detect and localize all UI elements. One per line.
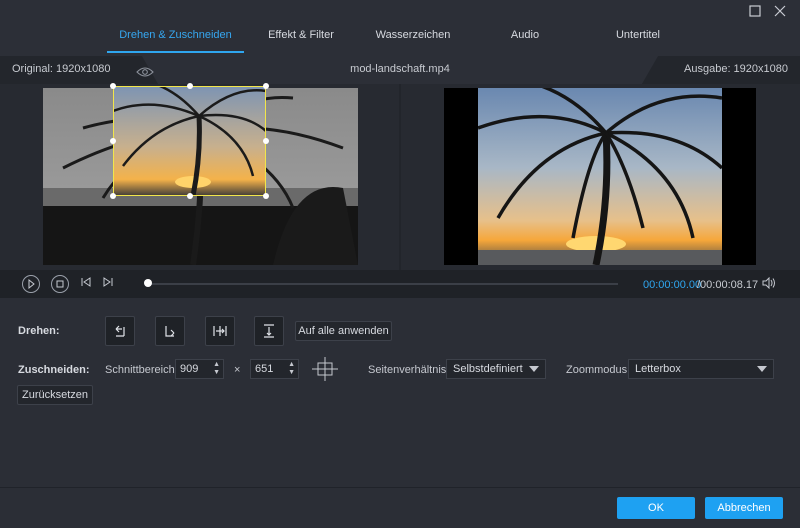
crop-border[interactable] <box>113 86 266 196</box>
timeline-track[interactable] <box>150 283 618 285</box>
zoom-mode-value: Letterbox <box>635 363 681 375</box>
chevron-down-icon <box>757 366 767 372</box>
crop-handle-bottom[interactable] <box>187 193 193 199</box>
current-time: 00:00:00.00 <box>643 279 702 291</box>
crop-handle-top-left[interactable] <box>110 83 116 89</box>
next-frame-icon[interactable] <box>102 276 114 291</box>
height-stepper-icon[interactable]: ▲ ▼ <box>288 361 295 377</box>
zoom-mode-select[interactable]: Letterbox <box>628 359 774 379</box>
output-resolution-label: Ausgabe: 1920x1080 <box>684 63 788 75</box>
ok-button[interactable]: OK <box>617 497 695 519</box>
rotate-left-button[interactable] <box>105 316 135 346</box>
cancel-button[interactable]: Abbrechen <box>705 497 783 519</box>
total-time: /00:00:08.17 <box>697 279 759 291</box>
crop-handle-top[interactable] <box>187 83 193 89</box>
crop-handle-right[interactable] <box>263 138 269 144</box>
rotate-label: Drehen: <box>18 325 60 337</box>
center-crop-icon[interactable] <box>312 357 338 384</box>
flip-vertical-button[interactable] <box>254 316 284 346</box>
reset-button[interactable]: Zurücksetzen <box>17 385 93 405</box>
rotate-right-button[interactable] <box>155 316 185 346</box>
timeline-knob[interactable] <box>144 279 152 287</box>
chevron-down-icon <box>529 366 539 372</box>
active-tab-indicator <box>107 51 244 53</box>
crop-width-input[interactable]: 909 ▲ ▼ <box>175 359 224 379</box>
width-stepper-icon[interactable]: ▲ ▼ <box>213 361 220 377</box>
aspect-ratio-value: Selbstdefiniert <box>453 363 523 375</box>
tab-effect-filter[interactable]: Effekt & Filter <box>256 22 346 48</box>
original-resolution-label: Original: 1920x1080 <box>12 63 111 75</box>
flip-horizontal-button[interactable] <box>205 316 235 346</box>
crop-height-input[interactable]: 651 ▲ ▼ <box>250 359 299 379</box>
crop-handle-bottom-left[interactable] <box>110 193 116 199</box>
tab-audio[interactable]: Audio <box>500 22 550 48</box>
times-sign: × <box>234 364 241 376</box>
stop-button[interactable] <box>51 275 69 293</box>
crop-handle-left[interactable] <box>110 138 116 144</box>
play-button[interactable] <box>22 275 40 293</box>
crop-label: Zuschneiden: <box>18 364 90 376</box>
aspect-ratio-select[interactable]: Selbstdefiniert <box>446 359 546 379</box>
close-icon[interactable] <box>773 4 787 18</box>
volume-icon[interactable] <box>762 276 776 292</box>
file-name: mod-landschaft.mp4 <box>350 63 450 75</box>
crop-handle-bottom-right[interactable] <box>263 193 269 199</box>
crop-handle-top-right[interactable] <box>263 83 269 89</box>
crop-area-label: Schnittbereich: <box>105 364 178 376</box>
crop-width-value: 909 <box>180 363 199 375</box>
tab-subtitle[interactable]: Untertitel <box>605 22 671 48</box>
maximize-icon[interactable] <box>748 4 762 18</box>
tab-rotate-crop[interactable]: Drehen & Zuschneiden <box>107 22 244 48</box>
tab-watermark[interactable]: Wasserzeichen <box>365 22 461 48</box>
aspect-ratio-label: Seitenverhältnis: <box>368 364 450 376</box>
zoom-mode-label: Zoommodus: <box>566 364 631 376</box>
previous-frame-icon[interactable] <box>80 276 92 291</box>
apply-all-button[interactable]: Auf alle anwenden <box>295 321 392 341</box>
crop-height-value: 651 <box>255 363 274 375</box>
eye-icon[interactable] <box>136 66 154 81</box>
output-video-frame <box>478 88 722 265</box>
